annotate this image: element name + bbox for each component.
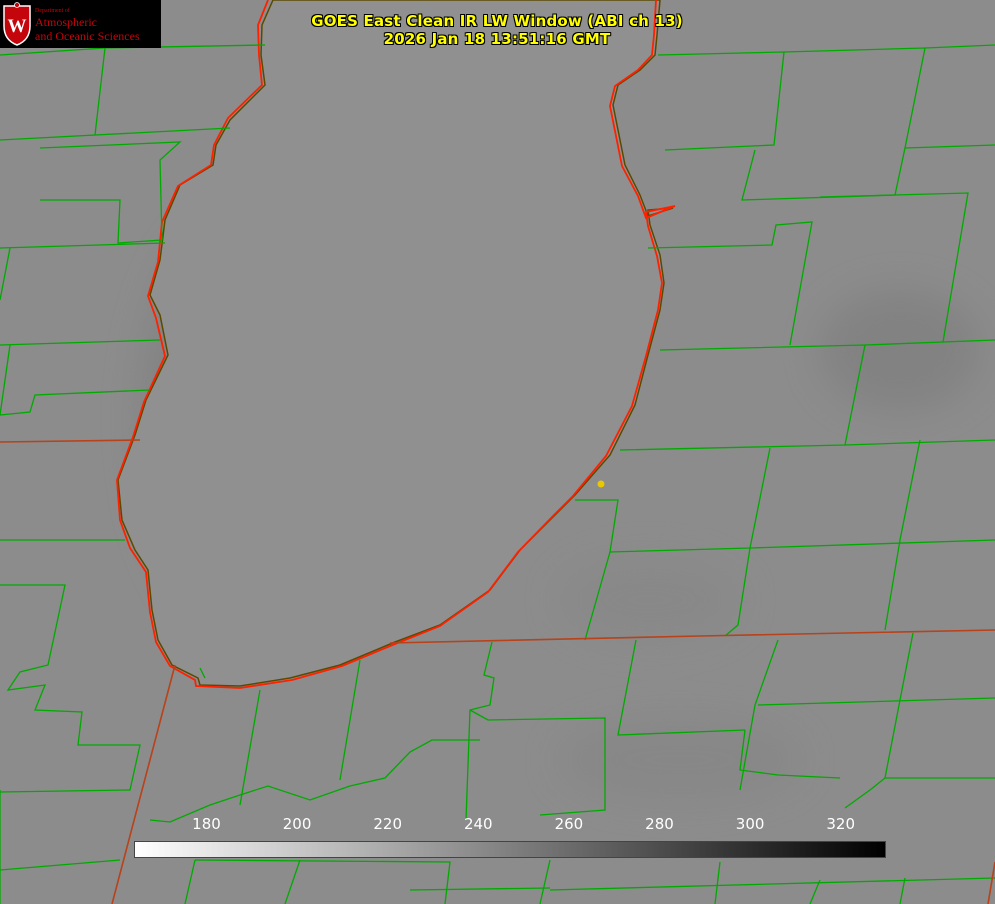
timestamp: 2026 Jan 18 13:51:16 GMT (383, 30, 611, 48)
colorbar-tick-label: 320 (826, 815, 856, 833)
product-title: GOES East Clean IR LW Window (ABI ch 13) (311, 12, 683, 30)
colorbar-tick-label: 280 (645, 815, 674, 833)
colorbar-tick-label: 240 (463, 815, 493, 833)
satellite-map[interactable] (0, 0, 995, 904)
colorbar-tick-label: 260 (554, 815, 584, 833)
uw-crest-icon: W (3, 2, 31, 46)
logo-line-1: Atmospheric (35, 15, 97, 29)
location-marker (597, 480, 605, 488)
uw-aos-logo[interactable]: W Department of Atmospheric and Oceanic … (0, 0, 161, 48)
crest-letter: W (8, 16, 27, 37)
colorbar-tick-label: 180 (192, 815, 221, 833)
logo-department-text: Department of (35, 8, 70, 14)
colorbar-tick-label: 200 (282, 815, 312, 833)
colorbar-tick-label: 220 (373, 815, 402, 833)
colorbar (134, 841, 886, 858)
logo-line-2: and Oceanic Sciences (35, 29, 140, 43)
colorbar-tick-label: 300 (735, 815, 765, 833)
